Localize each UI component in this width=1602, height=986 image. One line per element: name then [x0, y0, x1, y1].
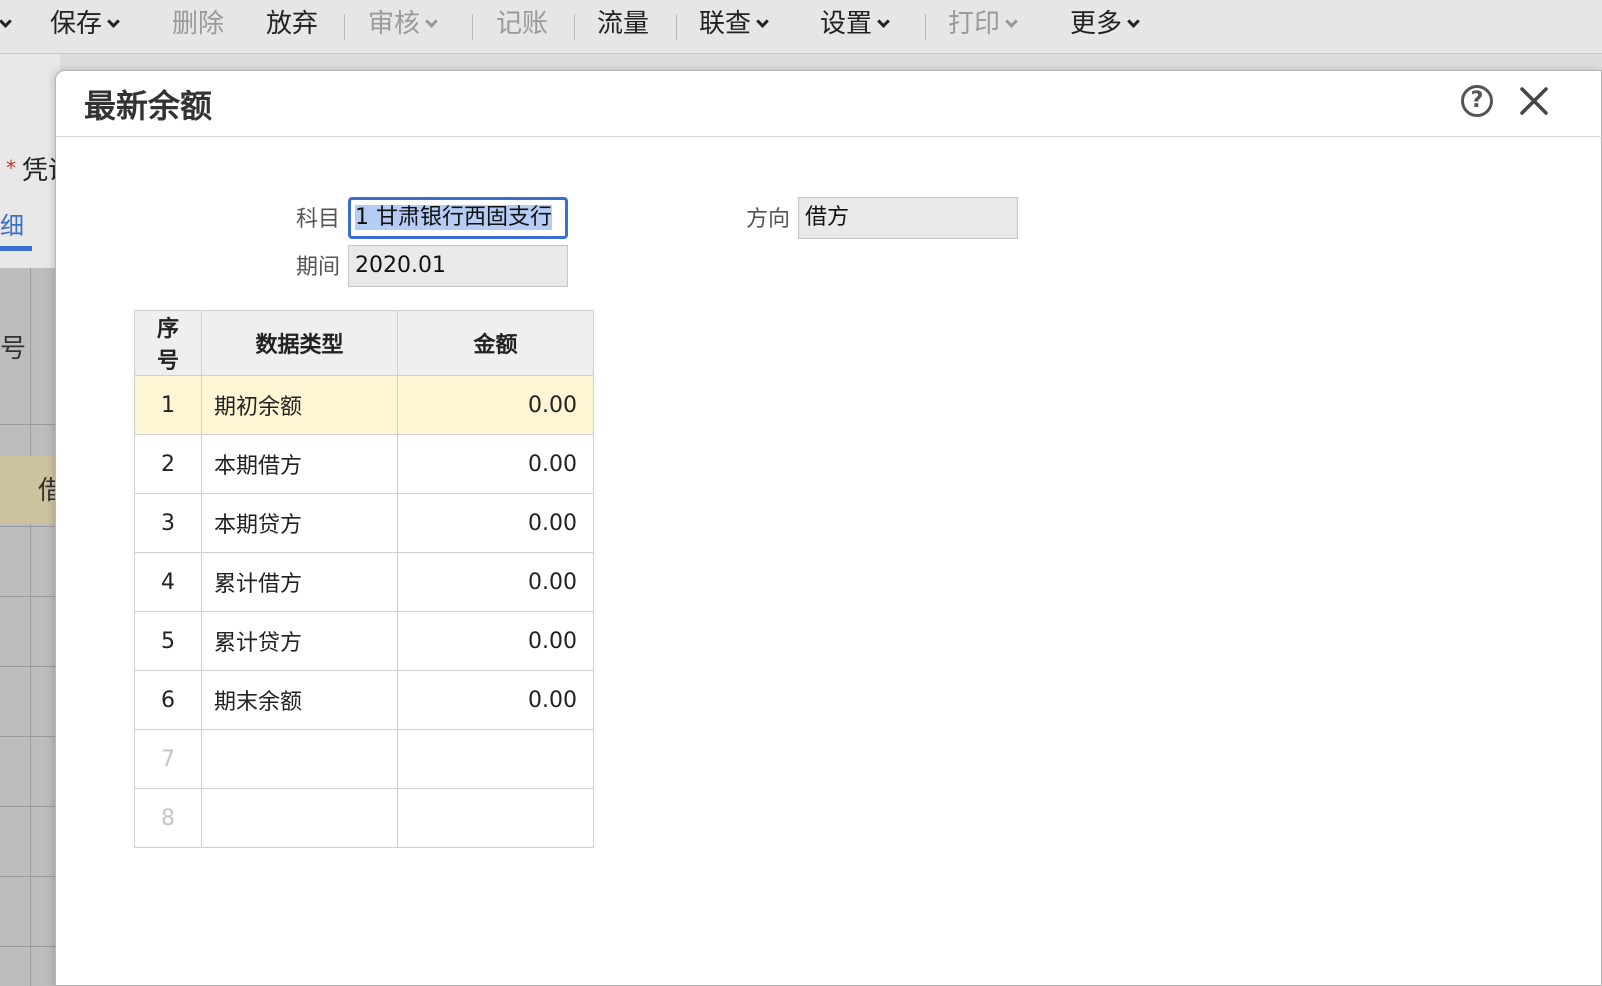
row-index: 4	[134, 552, 202, 612]
audit-button-label: 审核	[368, 9, 421, 39]
background-tab-indicator	[0, 246, 32, 251]
background-grid	[0, 268, 58, 986]
direction-field: 借方	[798, 197, 1018, 239]
row-data-type[interactable]: 期初余额	[201, 375, 398, 435]
column-header-data-type[interactable]: 数据类型	[201, 310, 398, 376]
row-amount[interactable]: 0.00	[397, 493, 594, 553]
table-row[interactable]: 1 期初余额 0.00	[134, 375, 594, 435]
grid-line	[0, 736, 58, 737]
toolbar: 保存 删除 放弃 审核 记账 流量 联查 设置 打印 更多	[0, 0, 1602, 54]
table-row[interactable]: 4 累计借方 0.00	[134, 552, 594, 612]
settings-button[interactable]: 设置	[820, 6, 890, 42]
audit-button[interactable]: 审核	[368, 6, 438, 42]
table-row[interactable]: 2 本期借方 0.00	[134, 434, 594, 494]
row-amount[interactable]	[397, 788, 594, 848]
row-index: 8	[134, 788, 202, 848]
row-data-type[interactable]: 本期贷方	[201, 493, 398, 553]
chevron-down-icon	[1005, 15, 1018, 28]
row-data-type[interactable]: 累计借方	[201, 552, 398, 612]
table-row[interactable]: 7	[134, 729, 594, 789]
grid-line	[0, 806, 58, 807]
direction-label: 方向	[745, 207, 790, 232]
background-column-header: 号	[0, 334, 27, 364]
print-button-label: 打印	[948, 9, 1001, 39]
row-index: 5	[134, 611, 202, 671]
help-icon[interactable]: ?	[1461, 85, 1493, 117]
linked-query-button-label: 联查	[699, 9, 752, 39]
flow-button[interactable]: 流量	[597, 6, 649, 42]
post-button-label: 记账	[496, 9, 549, 39]
grid-line	[30, 268, 31, 986]
row-data-type[interactable]: 期末余额	[201, 670, 398, 730]
table-row[interactable]: 6 期末余额 0.00	[134, 670, 594, 730]
discard-button-label: 放弃	[266, 9, 319, 39]
grid-line	[0, 666, 58, 667]
row-data-type[interactable]	[201, 788, 398, 848]
toolbar-separator	[472, 14, 473, 40]
row-index: 7	[134, 729, 202, 789]
row-index: 1	[134, 375, 202, 435]
toolbar-separator	[574, 14, 575, 40]
flow-button-label: 流量	[597, 9, 650, 39]
row-amount[interactable]: 0.00	[397, 375, 594, 435]
grid-line	[0, 424, 58, 425]
save-button[interactable]: 保存	[50, 6, 120, 42]
column-header-amount[interactable]: 金额	[397, 310, 594, 376]
required-marker: *	[6, 156, 16, 180]
row-index: 6	[134, 670, 202, 730]
post-button[interactable]: 记账	[496, 6, 548, 42]
grid-line	[0, 876, 58, 877]
dialog-title: 最新余额	[84, 87, 213, 125]
print-button[interactable]: 打印	[948, 6, 1018, 42]
subject-label: 科目	[295, 207, 340, 232]
row-index: 3	[134, 493, 202, 553]
chevron-down-icon	[425, 15, 438, 28]
table-row[interactable]: 8	[134, 788, 594, 848]
delete-button-label: 删除	[172, 9, 225, 39]
toolbar-overflow-chevron[interactable]	[0, 6, 12, 42]
row-data-type[interactable]	[201, 729, 398, 789]
row-amount[interactable]: 0.00	[397, 434, 594, 494]
linked-query-button[interactable]: 联查	[699, 6, 769, 42]
toolbar-separator	[925, 14, 926, 40]
table-row[interactable]: 5 累计贷方 0.00	[134, 611, 594, 671]
row-data-type[interactable]: 累计贷方	[201, 611, 398, 671]
row-data-type[interactable]: 本期借方	[201, 434, 398, 494]
row-amount[interactable]	[397, 729, 594, 789]
close-icon[interactable]	[1516, 83, 1552, 119]
direction-field-value: 借方	[805, 205, 850, 230]
subject-field[interactable]: 1 甘肃银行西固支行	[348, 197, 568, 239]
column-header-index[interactable]: 序号	[134, 310, 202, 376]
grid-line	[0, 946, 58, 947]
table-header-row: 序号 数据类型 金额	[134, 310, 594, 376]
period-field[interactable]: 2020.01	[348, 245, 568, 287]
dialog-header: 最新余额 ?	[56, 71, 1602, 137]
latest-balance-dialog: 最新余额 ? 科目 1 甘肃银行西固支行 期间 2020.01 方向 借方 序号…	[55, 70, 1602, 986]
chevron-down-icon	[107, 15, 120, 28]
chevron-down-icon	[756, 15, 769, 28]
delete-button[interactable]: 删除	[172, 6, 224, 42]
more-button-label: 更多	[1070, 9, 1123, 39]
chevron-down-icon	[1127, 15, 1140, 28]
background-tab[interactable]: 细	[0, 206, 24, 241]
table-row[interactable]: 3 本期贷方 0.00	[134, 493, 594, 553]
chevron-down-icon	[0, 15, 12, 28]
chevron-down-icon	[877, 15, 890, 28]
period-label: 期间	[295, 255, 340, 280]
discard-button[interactable]: 放弃	[266, 6, 318, 42]
save-button-label: 保存	[50, 9, 103, 39]
toolbar-separator	[344, 14, 345, 40]
row-amount[interactable]: 0.00	[397, 670, 594, 730]
subject-field-value: 1 甘肃银行西固支行	[355, 205, 552, 230]
settings-button-label: 设置	[820, 9, 873, 39]
row-index: 2	[134, 434, 202, 494]
grid-line	[0, 596, 58, 597]
grid-line	[0, 526, 58, 527]
period-field-value: 2020.01	[355, 253, 446, 278]
toolbar-separator	[676, 14, 677, 40]
row-amount[interactable]: 0.00	[397, 552, 594, 612]
more-button[interactable]: 更多	[1070, 6, 1140, 42]
balance-table: 序号 数据类型 金额 1 期初余额 0.00 2 本期借方 0.00 3 本期贷…	[134, 310, 594, 848]
row-amount[interactable]: 0.00	[397, 611, 594, 671]
